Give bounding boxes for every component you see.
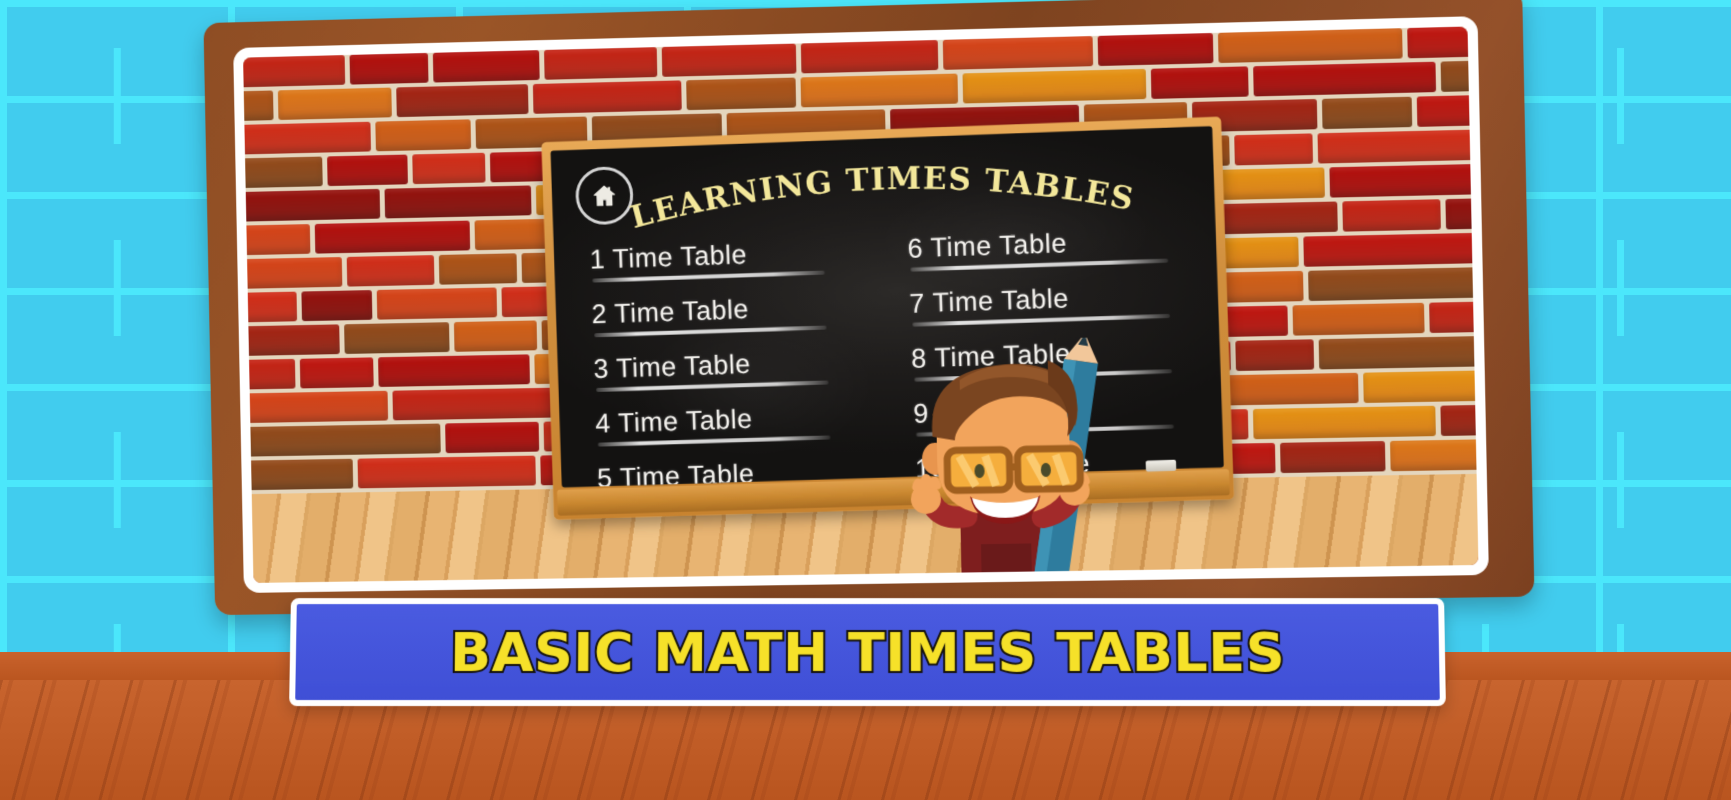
menu-item-label: 4 Time Table (594, 403, 754, 439)
brick (1253, 61, 1437, 97)
brick (243, 390, 389, 424)
brick (396, 84, 529, 118)
brick (1429, 300, 1477, 334)
brick (243, 224, 311, 258)
menu-item-table-6[interactable]: 6 Time Table (907, 224, 1182, 272)
brick (1292, 302, 1425, 336)
brick (1321, 96, 1413, 130)
brick (243, 291, 298, 325)
app-screen: LEARNING TIMES TABLES 1 Time Table 2 Tim… (0, 0, 1731, 800)
app-title-text: BASIC MATH TIMES TABLES (448, 619, 1288, 686)
brick (1234, 133, 1314, 166)
menu-item-label: 1 Time Table (589, 239, 748, 275)
brick (243, 90, 274, 124)
home-button[interactable] (574, 165, 635, 226)
brick (1440, 58, 1477, 92)
brick (432, 50, 540, 83)
menu-item-label: 7 Time Table (908, 283, 1070, 319)
menu-column-left: 1 Time Table 2 Time Table 3 Time Table 4… (589, 235, 867, 488)
menu-item-table-3[interactable]: 3 Time Table (593, 345, 865, 392)
brick (438, 253, 518, 285)
brick (243, 427, 245, 459)
brick (349, 52, 429, 85)
brick (1217, 28, 1403, 64)
brick (661, 43, 797, 77)
brick (544, 47, 658, 80)
brick (445, 421, 540, 454)
board-title-text: LEARNING TIMES TABLES (626, 152, 1139, 237)
brick (800, 73, 959, 108)
brick (375, 119, 472, 152)
brick (243, 458, 354, 491)
brick (301, 290, 373, 322)
brick (1280, 441, 1386, 474)
chalk-eraser (1145, 459, 1177, 472)
brick (357, 455, 536, 489)
brick (532, 80, 682, 114)
brick (1252, 405, 1436, 440)
brick (243, 121, 372, 156)
menu-item-table-4[interactable]: 4 Time Table (594, 400, 867, 447)
frame-wood-border: LEARNING TIMES TABLES 1 Time Table 2 Tim… (203, 0, 1535, 616)
home-icon (591, 182, 618, 209)
frame-white-matte: LEARNING TIMES TABLES 1 Time Table 2 Tim… (233, 16, 1489, 593)
brick (1308, 266, 1477, 302)
brick (243, 324, 340, 357)
classroom-frame: LEARNING TIMES TABLES 1 Time Table 2 Tim… (200, 0, 1535, 616)
brick (1318, 335, 1477, 370)
brick (1416, 94, 1477, 127)
schoolboy-mascot (871, 336, 1138, 583)
brick (344, 322, 450, 354)
brick (1329, 163, 1477, 198)
app-title-banner: BASIC MATH TIMES TABLES (289, 598, 1446, 707)
menu-item-table-7[interactable]: 7 Time Table (908, 279, 1184, 327)
brick (299, 357, 374, 389)
brick (243, 188, 381, 223)
brick (453, 320, 538, 352)
classroom-scene: LEARNING TIMES TABLES 1 Time Table 2 Tim… (243, 26, 1479, 583)
menu-item-table-1[interactable]: 1 Time Table (589, 235, 861, 283)
brick (1235, 339, 1315, 372)
brick (1445, 197, 1477, 230)
brick (376, 287, 498, 320)
brick (277, 87, 392, 120)
brick (327, 154, 408, 187)
brick (346, 255, 435, 287)
brick (1097, 32, 1214, 67)
brick (243, 257, 343, 290)
board-title: LEARNING TIMES TABLES (551, 152, 1215, 237)
brick (1317, 128, 1477, 164)
brick (1303, 232, 1477, 267)
brick (942, 36, 1094, 70)
brick (378, 354, 530, 387)
brick (1218, 372, 1359, 406)
brick (1363, 369, 1477, 403)
brick (1390, 437, 1477, 472)
menu-item-label: 2 Time Table (591, 294, 750, 330)
brick (243, 55, 346, 89)
brick (243, 156, 323, 191)
brick (248, 423, 441, 457)
menu-item-table-2[interactable]: 2 Time Table (591, 290, 863, 338)
svg-text:LEARNING TIMES TABLES: LEARNING TIMES TABLES (626, 152, 1139, 237)
brick (384, 185, 532, 219)
brick (412, 152, 486, 185)
brick (686, 77, 797, 111)
brick (243, 358, 296, 392)
menu-item-label: 3 Time Table (592, 349, 752, 385)
brick (1407, 26, 1477, 59)
brick (800, 39, 939, 74)
brick (314, 220, 471, 254)
brick (1440, 403, 1477, 437)
brick (962, 68, 1147, 104)
brick (1150, 66, 1249, 99)
brick (1342, 199, 1441, 232)
